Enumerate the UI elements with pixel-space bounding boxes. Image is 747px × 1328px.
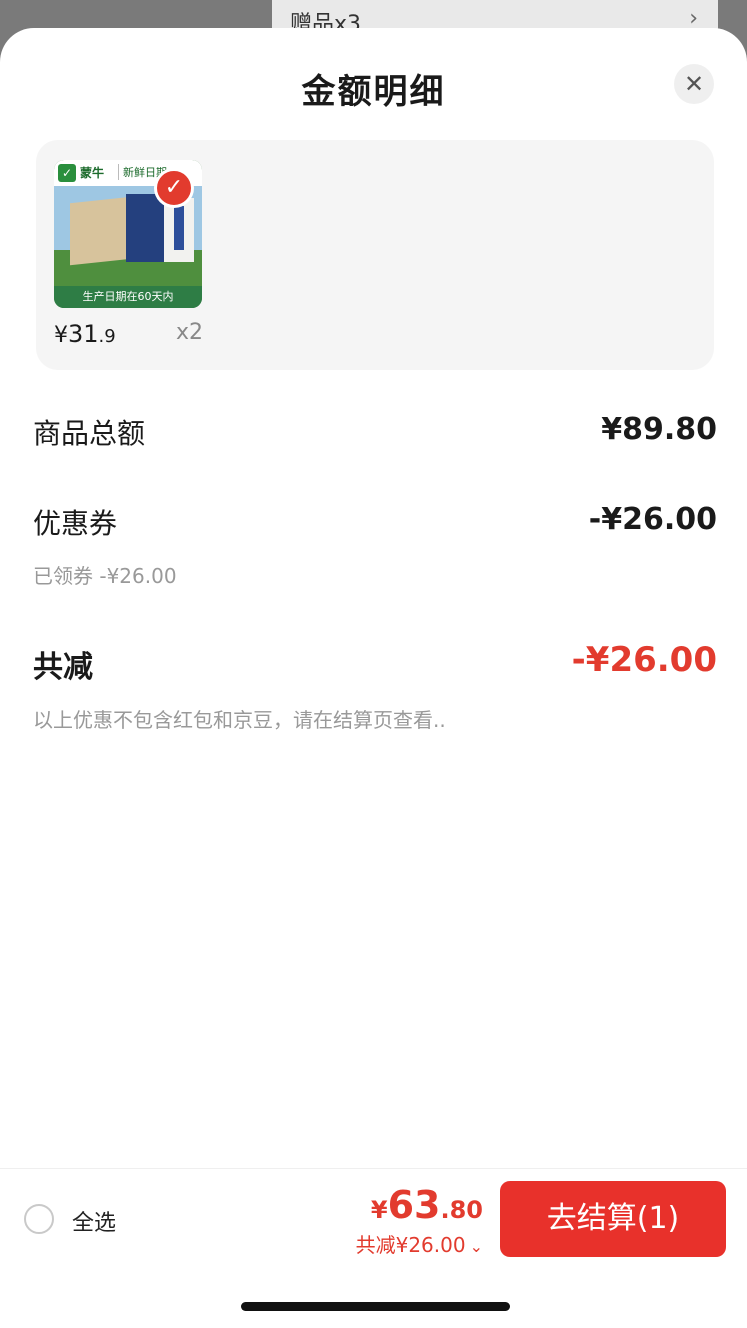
goods-total-value: ¥89.80 bbox=[601, 412, 717, 447]
sheet-title: 金额明细 bbox=[301, 72, 446, 112]
total-discount-label: 共减 bbox=[33, 650, 93, 685]
saved-amount-toggle[interactable]: 共减¥26.00 ⌄ bbox=[356, 1229, 483, 1258]
chevron-down-icon: ⌄ bbox=[469, 1237, 483, 1256]
currency-symbol: ¥ bbox=[370, 1196, 388, 1224]
product-thumbnail[interactable]: ✓ 蒙牛 新鲜日期 生产日期在60天内 ✓ bbox=[54, 160, 202, 308]
coupon-value: -¥26.00 bbox=[588, 502, 717, 537]
price-decimal: .9 bbox=[98, 326, 116, 347]
quantity: x2 bbox=[176, 320, 204, 345]
select-all-label[interactable]: 全选 bbox=[72, 1205, 116, 1237]
total-discount-value: -¥26.00 bbox=[571, 640, 717, 680]
coupon-note: 已领券 -¥26.00 bbox=[33, 564, 177, 588]
close-icon[interactable]: ✕ bbox=[674, 64, 714, 104]
currency-symbol: ¥ bbox=[54, 323, 68, 348]
checkmark-icon[interactable]: ✓ bbox=[154, 168, 194, 208]
amount-decimal: .80 bbox=[440, 1196, 483, 1224]
brand-name: 蒙牛 bbox=[80, 166, 105, 180]
saved-amount-text: 共减¥26.00 bbox=[355, 1233, 466, 1257]
discount-disclaimer: 以上优惠不包含红包和京豆，请在结算页查看.. bbox=[33, 708, 446, 732]
product-card: ✓ 蒙牛 新鲜日期 生产日期在60天内 ✓ ¥31.9 x2 bbox=[36, 140, 714, 370]
brand-logo-icon: ✓ bbox=[58, 164, 76, 182]
amount-detail-sheet: 金额明细 ✕ ✓ 蒙牛 新鲜日期 生产日期在60天内 ✓ ¥31.9 x2 商品… bbox=[0, 28, 747, 1328]
amount-integer: 63 bbox=[387, 1183, 441, 1227]
checkout-bar: 全选 ¥63.80 共减¥26.00 ⌄ 去结算(1) bbox=[0, 1168, 747, 1328]
home-indicator bbox=[241, 1302, 510, 1311]
goods-total-label: 商品总额 bbox=[33, 417, 146, 450]
milk-box-graphic bbox=[126, 194, 166, 262]
milk-box-graphic bbox=[70, 196, 132, 266]
thumbnail-footer: 生产日期在60天内 bbox=[54, 286, 202, 308]
unit-price: ¥31.9 bbox=[54, 320, 116, 348]
coupon-label: 优惠券 bbox=[33, 507, 118, 540]
milk-box-graphic bbox=[164, 198, 194, 262]
checkout-button[interactable]: 去结算(1) bbox=[500, 1181, 726, 1257]
price-integer: 31 bbox=[68, 320, 99, 348]
payable-amount: ¥63.80 bbox=[371, 1183, 483, 1227]
select-all-radio[interactable] bbox=[24, 1204, 54, 1234]
